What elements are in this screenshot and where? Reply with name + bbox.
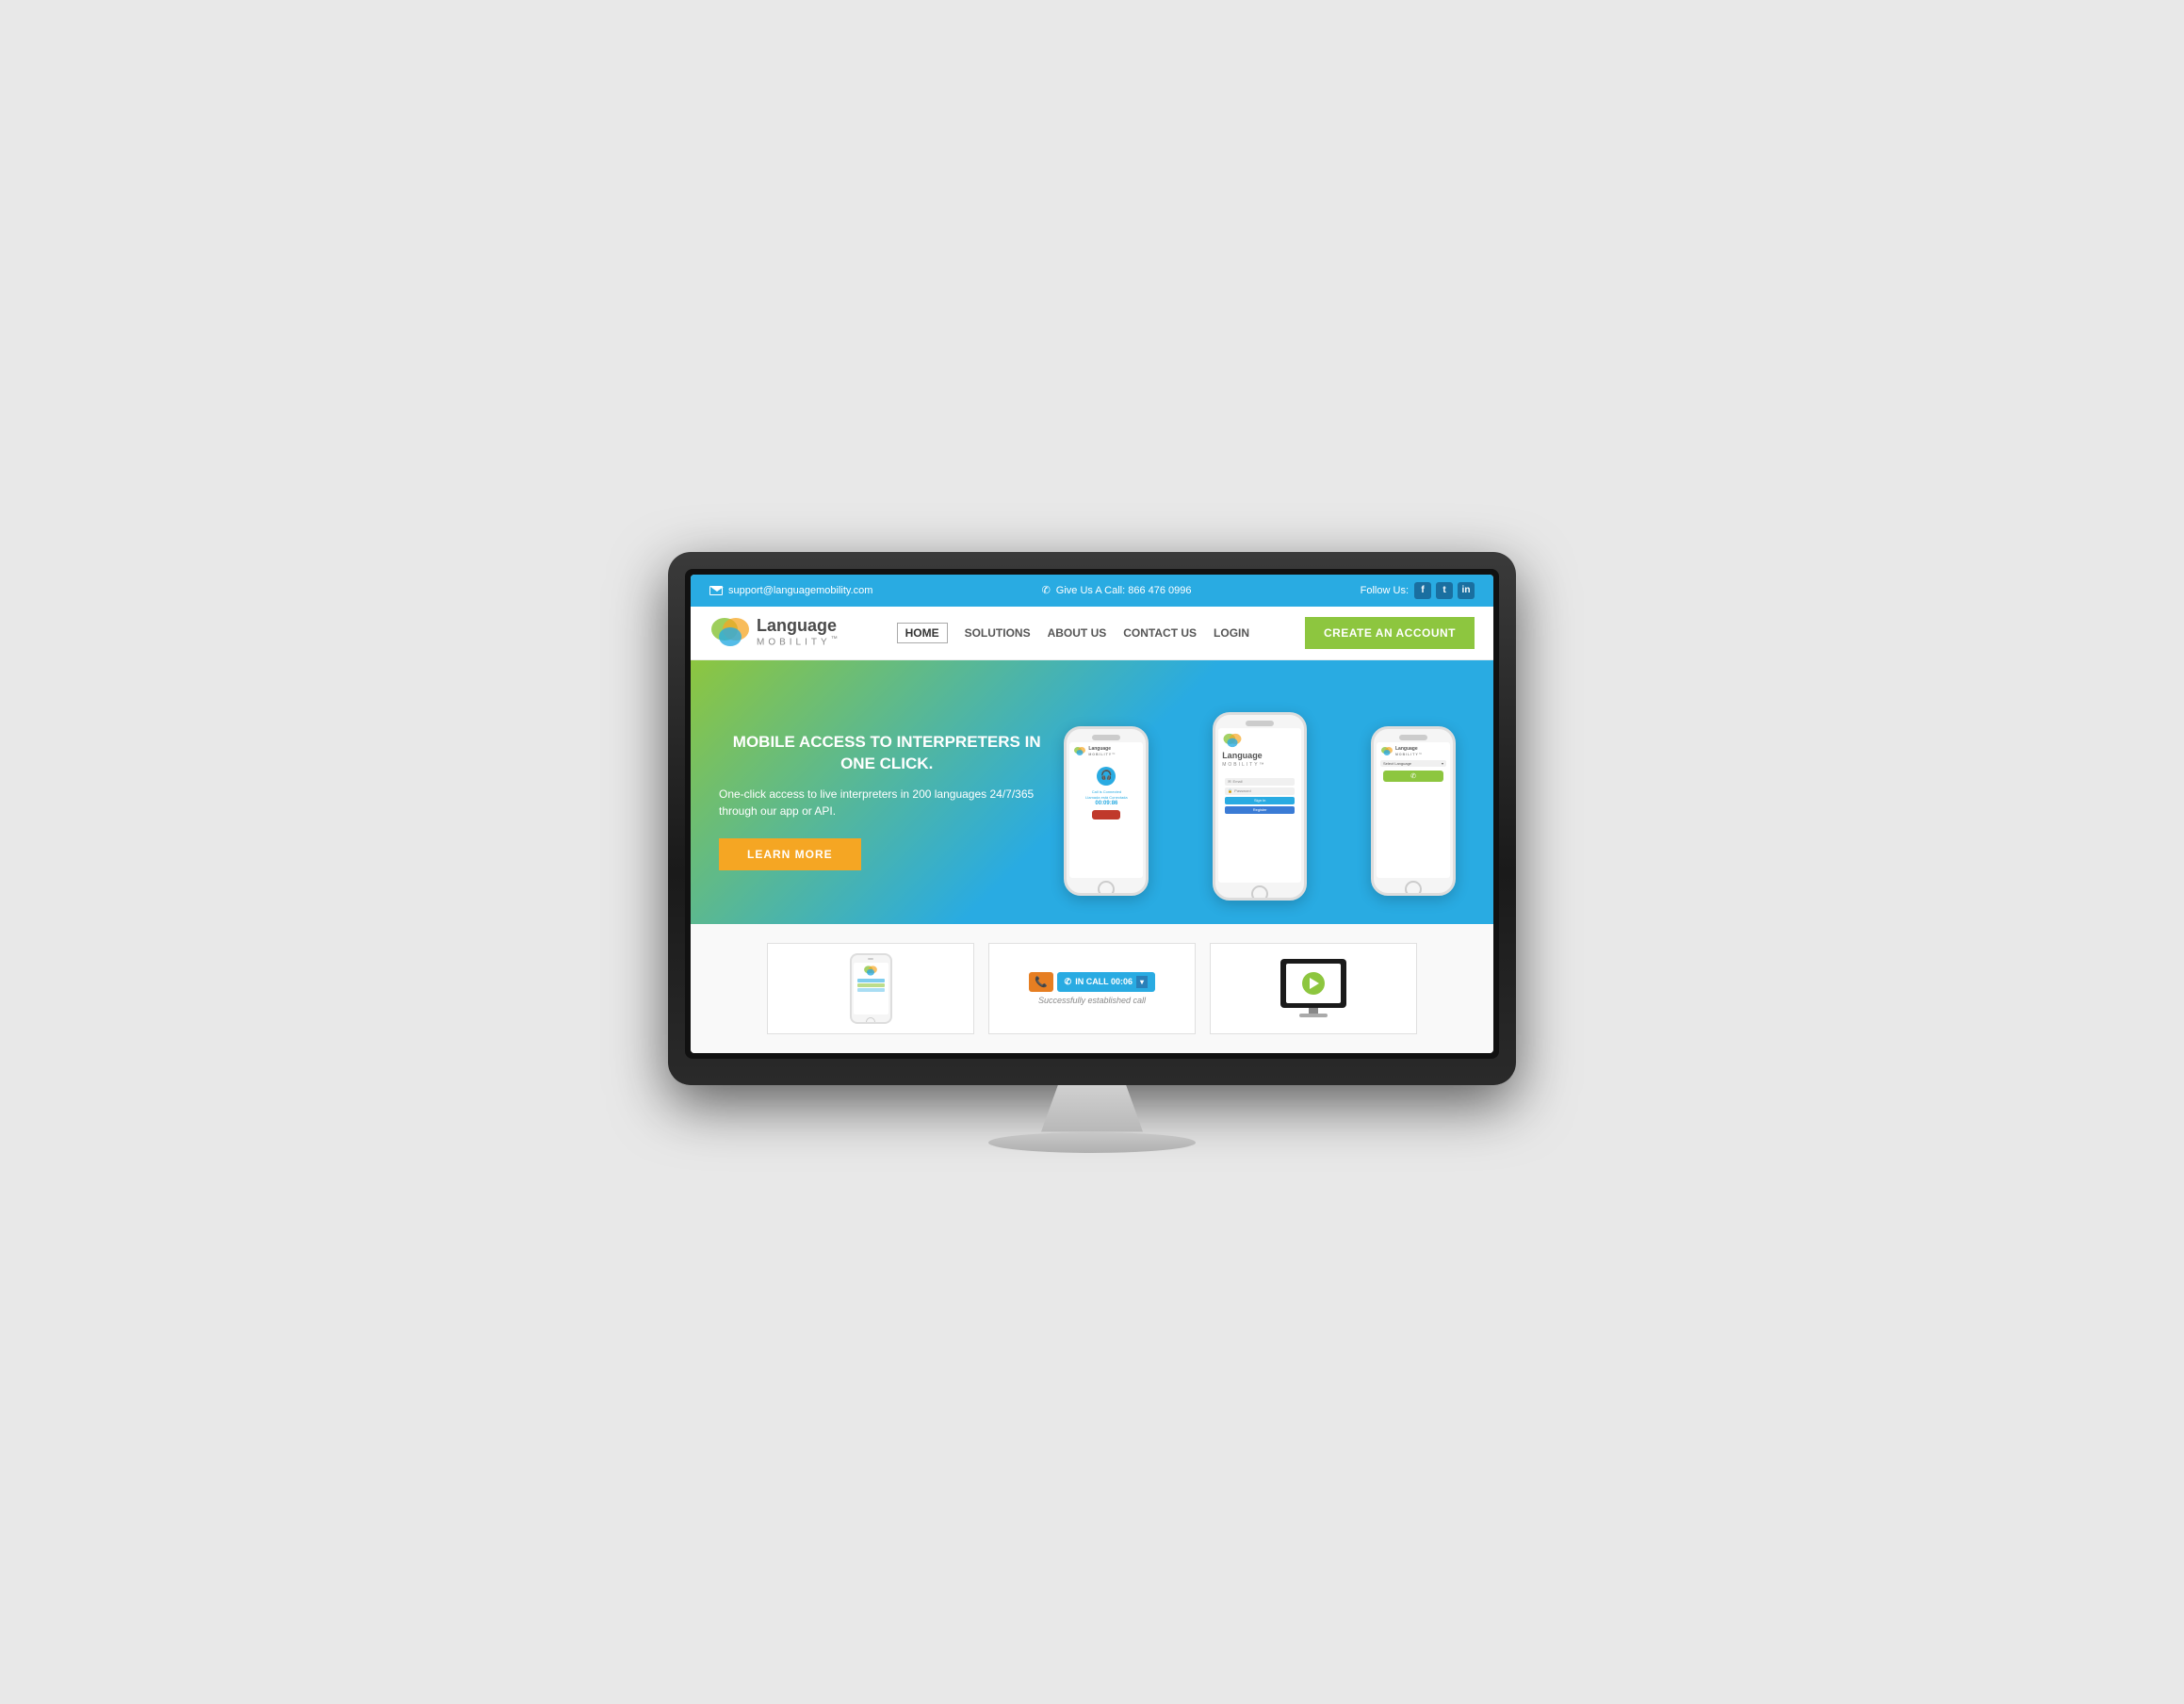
create-account-button[interactable]: CREATE AN ACCOUNT	[1305, 617, 1475, 649]
logo-icon	[709, 616, 751, 650]
call-green-button[interactable]: ✆	[1383, 771, 1443, 782]
phone-screen-right: LanguageMOBILITY™ Select Language ▾ ✆	[1377, 742, 1450, 878]
monitor-icon-container	[1280, 959, 1346, 1017]
linkedin-icon[interactable]: in	[1458, 582, 1475, 599]
nav-solutions[interactable]: SOLUTIONS	[965, 626, 1031, 640]
nav-login[interactable]: LOGIN	[1214, 626, 1249, 640]
login-screen: ✉ Email 🔒 Password Sign In Register	[1222, 773, 1297, 819]
mini-monitor-screen	[1286, 964, 1341, 1003]
mini-monitor-base	[1299, 1014, 1328, 1017]
logo-area: Language MOBILITY™	[709, 616, 841, 650]
phone-notch-center	[1246, 721, 1274, 726]
call-status-bar: 📞 ✆ IN CALL 00:06 ▾	[1029, 972, 1155, 992]
monitor-stand-base	[988, 1132, 1196, 1153]
monitor-outer: support@languagemobility.com ✆ Give Us A…	[668, 552, 1516, 1085]
monitor-wrapper: support@languagemobility.com ✆ Give Us A…	[668, 552, 1516, 1153]
twitter-icon[interactable]: t	[1436, 582, 1453, 599]
monitor-screen: support@languagemobility.com ✆ Give Us A…	[691, 575, 1493, 1053]
hero-phones: LanguageMOBILITY™ 🎧 Call is Connected Ll…	[1054, 698, 1465, 905]
phone-notch-right	[1399, 735, 1427, 740]
nav-bar: Language MOBILITY™ HOME SOLUTIONS ABOUT …	[691, 607, 1493, 660]
phone-home-btn-left	[1098, 881, 1115, 896]
monitor-stand-neck	[1035, 1085, 1149, 1132]
play-triangle	[1310, 978, 1319, 989]
phone-number: Give Us A Call: 866 476 0996	[1056, 585, 1192, 596]
email-address: support@languagemobility.com	[728, 585, 872, 596]
hero-section: MOBILE ACCESS TO INTERPRETERS IN ONE CLI…	[691, 660, 1493, 924]
phone-logo-left: LanguageMOBILITY™	[1073, 746, 1139, 757]
top-bar-right: Follow Us: f t in	[1361, 582, 1475, 599]
call-end-button[interactable]	[1092, 810, 1120, 820]
phone-left: LanguageMOBILITY™ 🎧 Call is Connected Ll…	[1064, 726, 1149, 896]
call-screen: 🎧 Call is Connected Llamada está Conecta…	[1073, 759, 1139, 827]
call-status-dropdown[interactable]: ▾	[1136, 976, 1148, 988]
call-connected-text2: Llamada está Conectada	[1075, 795, 1137, 800]
features-section: 📞 ✆ IN CALL 00:06 ▾ Successfully establi…	[691, 924, 1493, 1053]
learn-more-button[interactable]: LEARN MORE	[719, 838, 861, 870]
phone-logo-icon-center	[1222, 732, 1243, 749]
nav-home[interactable]: HOME	[897, 623, 948, 643]
top-bar-center: ✆ Give Us A Call: 866 476 0996	[1042, 584, 1192, 596]
hero-content: MOBILE ACCESS TO INTERPRETERS IN ONE CLI…	[719, 732, 1054, 869]
feature-card-1	[767, 943, 974, 1034]
email-field[interactable]: ✉ Email	[1225, 778, 1295, 786]
nav-contact[interactable]: CONTACT US	[1123, 626, 1197, 640]
phone-home-btn-center	[1251, 885, 1268, 901]
top-bar: support@languagemobility.com ✆ Give Us A…	[691, 575, 1493, 607]
logo-text: Language MOBILITY™	[757, 617, 841, 647]
call-timer: 00:09:86	[1075, 801, 1137, 806]
social-icons: f t in	[1414, 582, 1475, 599]
phone-right: LanguageMOBILITY™ Select Language ▾ ✆	[1371, 726, 1456, 896]
phone-screen-left: LanguageMOBILITY™ 🎧 Call is Connected Ll…	[1069, 742, 1143, 878]
card-phone-screen	[854, 963, 888, 1014]
phone-logo-right: LanguageMOBILITY™	[1380, 746, 1446, 757]
phone-icon: ✆	[1042, 584, 1051, 596]
phone-screen-center: Language MOBILITY™ ✉ Email 🔒	[1218, 728, 1301, 883]
nav-links: HOME SOLUTIONS ABOUT US CONTACT US LOGIN	[897, 623, 1249, 643]
card-phone-mini	[850, 953, 892, 1024]
password-field[interactable]: 🔒 Password	[1225, 787, 1295, 795]
feature-card-2: 📞 ✆ IN CALL 00:06 ▾ Successfully establi…	[988, 943, 1196, 1034]
phone-logo-icon-left	[1073, 746, 1086, 756]
phone-notch-left	[1092, 735, 1120, 740]
mini-monitor	[1280, 959, 1346, 1008]
hero-title: MOBILE ACCESS TO INTERPRETERS IN ONE CLI…	[719, 732, 1054, 773]
email-icon	[709, 586, 723, 595]
phone-logo-center	[1222, 732, 1297, 749]
language-select[interactable]: Select Language ▾	[1380, 760, 1446, 767]
call-icon: 🎧	[1097, 767, 1116, 786]
phone-center: Language MOBILITY™ ✉ Email 🔒	[1213, 712, 1307, 901]
hero-subtitle: One-click access to live interpreters in…	[719, 786, 1054, 820]
signin-button[interactable]: Sign In	[1225, 797, 1295, 804]
top-bar-left: support@languagemobility.com	[709, 585, 872, 596]
facebook-icon[interactable]: f	[1414, 582, 1431, 599]
call-connected-text1: Call is Connected	[1075, 789, 1137, 794]
established-text: Successfully established call	[1038, 996, 1146, 1005]
phone-home-btn-right	[1405, 881, 1422, 896]
phone-logo-icon-right	[1380, 746, 1394, 756]
call-status-label: ✆ IN CALL 00:06 ▾	[1057, 972, 1155, 992]
play-button[interactable]	[1302, 972, 1325, 995]
register-button[interactable]: Register	[1225, 806, 1295, 814]
logo-mobility: MOBILITY™	[757, 636, 841, 647]
follow-us-label: Follow Us:	[1361, 585, 1409, 596]
logo-language: Language	[757, 617, 841, 636]
monitor-screen-border: support@languagemobility.com ✆ Give Us A…	[685, 569, 1499, 1059]
feature-card-3	[1210, 943, 1417, 1034]
call-status-phone-icon: 📞	[1029, 972, 1053, 992]
nav-about[interactable]: ABOUT US	[1048, 626, 1107, 640]
